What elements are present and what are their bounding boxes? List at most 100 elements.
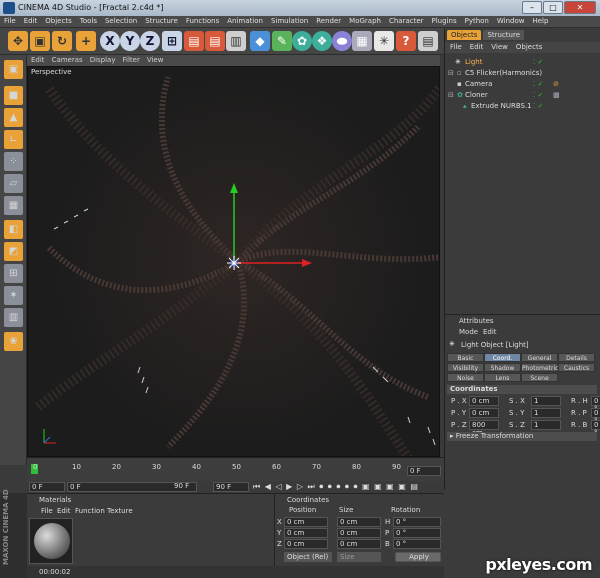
coord-position-y[interactable]: 0 cm bbox=[284, 528, 328, 538]
sculpt-icon[interactable]: ❀ bbox=[4, 332, 23, 351]
menu-window[interactable]: Window bbox=[493, 16, 529, 25]
menu-simulation[interactable]: Simulation bbox=[267, 16, 312, 25]
make-editable-icon[interactable]: ▣ bbox=[4, 60, 23, 79]
size-mode-select[interactable]: Size bbox=[337, 552, 381, 562]
objects-menu-objects[interactable]: Objects bbox=[511, 42, 545, 51]
pen-spline-icon[interactable]: ✎ bbox=[272, 31, 292, 51]
menu-help[interactable]: Help bbox=[528, 16, 552, 25]
expand-icon[interactable]: ⊟ bbox=[448, 91, 454, 99]
tab-noise[interactable]: Noise bbox=[447, 373, 484, 382]
timeline[interactable]: 0 10 20 30 40 50 60 70 80 90 0 F bbox=[27, 457, 444, 481]
menu-render[interactable]: Render bbox=[312, 16, 345, 25]
tab-scene[interactable]: Scene bbox=[521, 373, 558, 382]
help-icon[interactable]: ? bbox=[396, 31, 416, 51]
texture-mode-icon[interactable]: ▲ bbox=[4, 108, 23, 127]
tab-shadow[interactable]: Shadow bbox=[484, 363, 521, 372]
object-row-light[interactable]: ✳ Light ⁚ ✓ bbox=[445, 58, 600, 68]
current-frame-field[interactable]: 0 F bbox=[407, 466, 441, 476]
visibility-dots-icon[interactable]: ⁚ ✓ bbox=[533, 80, 543, 88]
materials-menu-edit[interactable]: Edit bbox=[57, 507, 71, 515]
scale-y-field[interactable]: 1 bbox=[531, 408, 561, 418]
rotation-h-field[interactable]: 0 ° bbox=[591, 396, 600, 413]
coordinate-system-icon[interactable]: ⊞ bbox=[162, 31, 182, 51]
menu-plugins[interactable]: Plugins bbox=[428, 16, 461, 25]
menu-objects[interactable]: Objects bbox=[41, 16, 75, 25]
visibility-dots-icon[interactable]: ⁚ ✓ bbox=[533, 58, 543, 66]
menu-structure[interactable]: Structure bbox=[141, 16, 182, 25]
rotate-tool-icon[interactable]: ↻ bbox=[52, 31, 72, 51]
grid-icon[interactable]: ▥ bbox=[4, 308, 23, 327]
menu-animation[interactable]: Animation bbox=[223, 16, 267, 25]
camera-tag-icon[interactable]: ⊘ bbox=[553, 80, 559, 88]
object-row-extrude[interactable]: ▴ Extrude NURBS.1 ⁚ ✓ bbox=[445, 102, 600, 112]
live-selection-icon[interactable]: + bbox=[76, 31, 96, 51]
viewport-menu-cameras[interactable]: Cameras bbox=[48, 55, 86, 64]
tab-coord[interactable]: Coord. bbox=[484, 353, 521, 362]
materials-menu-file[interactable]: File bbox=[41, 507, 53, 515]
materials-menu-function[interactable]: Function bbox=[75, 507, 105, 515]
nurbs-icon[interactable]: ✿ bbox=[292, 31, 312, 51]
z-axis-icon[interactable]: Z bbox=[140, 31, 160, 51]
coord-position-z[interactable]: 0 cm bbox=[284, 539, 328, 549]
coord-position-x[interactable]: 0 cm bbox=[284, 517, 328, 527]
layout-icon[interactable]: ▤ bbox=[418, 31, 438, 51]
coordinate-mode-select[interactable]: Object (Rel) bbox=[284, 552, 332, 562]
position-z-field[interactable]: 800 cm bbox=[469, 420, 499, 437]
minimize-button[interactable]: – bbox=[522, 1, 542, 14]
apply-button[interactable]: Apply bbox=[395, 552, 441, 562]
menu-selection[interactable]: Selection bbox=[101, 16, 141, 25]
coord-rotation-p[interactable]: 0 ° bbox=[393, 528, 441, 538]
tab-visibility[interactable]: Visibility bbox=[447, 363, 484, 372]
deformer-icon[interactable]: ⬬ bbox=[332, 31, 352, 51]
objects-menu-file[interactable]: File bbox=[445, 42, 465, 51]
model-mode-icon[interactable]: ■ bbox=[4, 86, 23, 105]
render-view-icon[interactable]: ▤ bbox=[184, 31, 204, 51]
y-axis-icon[interactable]: Y bbox=[120, 31, 140, 51]
material-swatch[interactable] bbox=[29, 518, 73, 564]
scale-z-field[interactable]: 1 bbox=[531, 420, 561, 430]
material-tag-icon[interactable]: ▩ bbox=[553, 91, 560, 99]
position-x-field[interactable]: 0 cm bbox=[469, 396, 499, 406]
coord-size-y[interactable]: 0 cm bbox=[337, 528, 381, 538]
points-mode-icon[interactable]: ⁘ bbox=[4, 152, 23, 171]
menu-character[interactable]: Character bbox=[385, 16, 428, 25]
tab-photometric[interactable]: Photometric bbox=[521, 363, 558, 372]
menu-tools[interactable]: Tools bbox=[76, 16, 101, 25]
viewport-menu-view[interactable]: View bbox=[143, 55, 167, 64]
tab-basic[interactable]: Basic bbox=[447, 353, 484, 362]
maximize-button[interactable]: □ bbox=[543, 1, 563, 14]
polygons-mode-icon[interactable]: ▦ bbox=[4, 196, 23, 215]
freeze-transformation-group[interactable]: ▸ Freeze Transformation bbox=[447, 432, 597, 441]
objects-menu-edit[interactable]: Edit bbox=[465, 42, 487, 51]
tab-caustics[interactable]: Caustics bbox=[558, 363, 595, 372]
attributes-menu-mode[interactable]: Mode bbox=[459, 328, 478, 336]
coord-rotation-b[interactable]: 0 ° bbox=[393, 539, 441, 549]
workplane-icon[interactable]: ✶ bbox=[4, 286, 23, 305]
scale-tool-icon[interactable]: ▣ bbox=[30, 31, 50, 51]
tab-lens[interactable]: Lens bbox=[484, 373, 521, 382]
scale-x-field[interactable]: 1 bbox=[531, 396, 561, 406]
enable-axis-icon[interactable]: ◧ bbox=[4, 220, 23, 239]
tab-structure[interactable]: Structure bbox=[483, 30, 525, 40]
expand-icon[interactable]: ⊟ bbox=[448, 69, 454, 77]
coord-size-z[interactable]: 0 cm bbox=[337, 539, 381, 549]
render-settings-icon[interactable]: ▥ bbox=[226, 31, 246, 51]
viewport-menu-edit[interactable]: Edit bbox=[27, 55, 48, 64]
close-button[interactable]: ✕ bbox=[564, 1, 596, 14]
x-axis-icon[interactable]: X bbox=[100, 31, 120, 51]
playback-controls[interactable]: ⏮ ◀ ◁ ▶ ▷ ⏭ ⏺ ⏺ ⏺ ⏺ ⏺ ▣ ▣ ▣ ▣ ▤ bbox=[253, 482, 419, 492]
coord-rotation-h[interactable]: 0 ° bbox=[393, 517, 441, 527]
edges-mode-icon[interactable]: ▱ bbox=[4, 174, 23, 193]
snap-icon[interactable]: ⊞ bbox=[4, 264, 23, 283]
array-icon[interactable]: ❖ bbox=[312, 31, 332, 51]
menu-file[interactable]: File bbox=[0, 16, 20, 25]
object-row-flicker[interactable]: ⊟ ▫ C5 Flicker(Harmonics) ⁚ bbox=[445, 69, 600, 79]
menu-functions[interactable]: Functions bbox=[182, 16, 223, 25]
visibility-dots-icon[interactable]: ⁚ ✓ bbox=[533, 91, 543, 99]
tweak-mode-icon[interactable]: ◩ bbox=[4, 242, 23, 261]
axis-mode-icon[interactable]: ∟ bbox=[4, 130, 23, 149]
start-frame-field[interactable]: 0 F bbox=[29, 482, 65, 492]
position-y-field[interactable]: 0 cm bbox=[469, 408, 499, 418]
object-row-cloner[interactable]: ⊟ ✿ Cloner ⁚ ✓ ▩ bbox=[445, 91, 600, 101]
tab-general[interactable]: General bbox=[521, 353, 558, 362]
